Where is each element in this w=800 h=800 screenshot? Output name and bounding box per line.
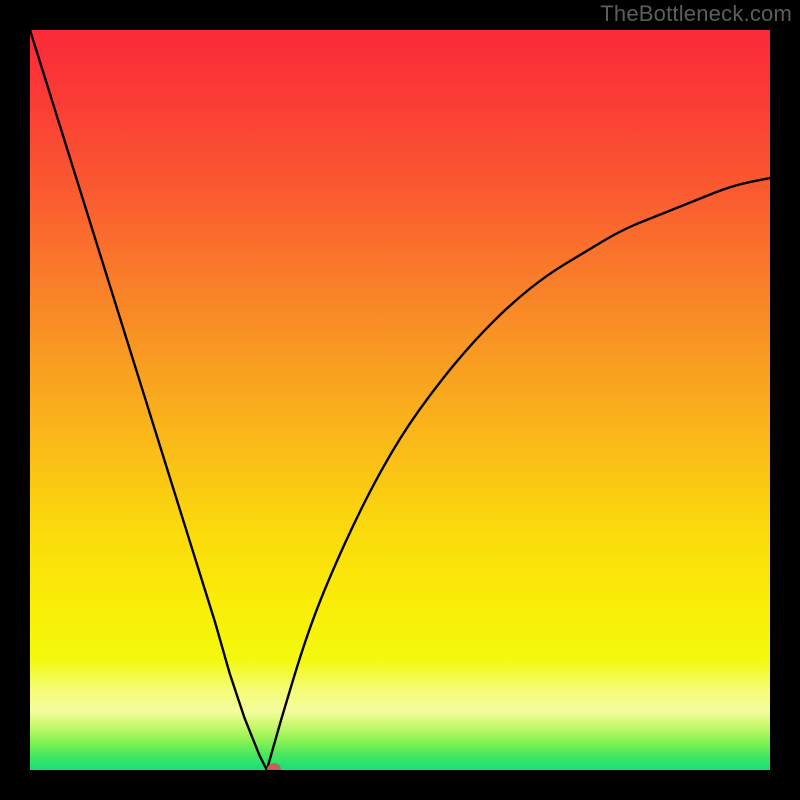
watermark-text: TheBottleneck.com	[600, 1, 792, 27]
plot-area	[30, 30, 770, 770]
chart-frame: TheBottleneck.com	[0, 0, 800, 800]
optimal-point-marker	[267, 763, 281, 770]
bottleneck-curve	[30, 30, 770, 770]
curve-path	[30, 30, 770, 770]
